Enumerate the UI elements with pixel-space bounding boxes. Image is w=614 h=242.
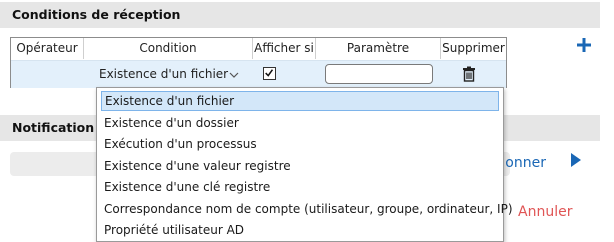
- condition-select[interactable]: Existence d'un fichier: [95, 64, 257, 85]
- trash-icon[interactable]: [461, 66, 477, 82]
- grid-header: Opérateur Condition Afficher si Paramètr…: [11, 38, 506, 59]
- check-icon: [265, 69, 274, 77]
- conditions-grid: Opérateur Condition Afficher si Paramètr…: [10, 37, 507, 88]
- dropdown-option-ad-user-property[interactable]: Propriété utilisateur AD: [101, 220, 499, 240]
- dropdown-option-registry-key[interactable]: Existence d'une clé registre: [101, 177, 499, 197]
- condition-select-value: Existence d'un fichier: [99, 67, 229, 81]
- table-row[interactable]: Existence d'un fichier: [11, 60, 506, 88]
- column-header-operator[interactable]: Opérateur: [11, 38, 83, 59]
- dropdown-option-folder-exists[interactable]: Existence d'un dossier: [101, 113, 499, 133]
- column-header-condition[interactable]: Condition: [84, 38, 252, 59]
- dropdown-option-process-running[interactable]: Exécution d'un processus: [101, 134, 499, 154]
- dropdown-option-registry-value[interactable]: Existence d'une valeur registre: [101, 156, 499, 176]
- column-header-parameter[interactable]: Paramètre: [316, 38, 440, 59]
- play-icon[interactable]: [570, 152, 582, 168]
- dropdown-option-file-exists[interactable]: Existence d'un fichier: [101, 91, 499, 111]
- dropdown-option-account-name-match[interactable]: Correspondance nom de compte (utilisateu…: [101, 199, 513, 219]
- column-header-delete[interactable]: Supprimer: [441, 38, 506, 59]
- condition-dropdown-list[interactable]: Existence d'un fichier Existence d'un do…: [96, 87, 513, 242]
- show-if-checkbox[interactable]: [263, 67, 276, 80]
- cancel-button[interactable]: Annuler: [518, 204, 572, 220]
- parameter-input[interactable]: [325, 64, 433, 84]
- chevron-down-icon: [229, 72, 239, 78]
- add-condition-plus-icon[interactable]: [577, 38, 591, 52]
- column-header-show-if[interactable]: Afficher si: [253, 38, 315, 59]
- reception-conditions-title: Conditions de réception: [0, 2, 600, 28]
